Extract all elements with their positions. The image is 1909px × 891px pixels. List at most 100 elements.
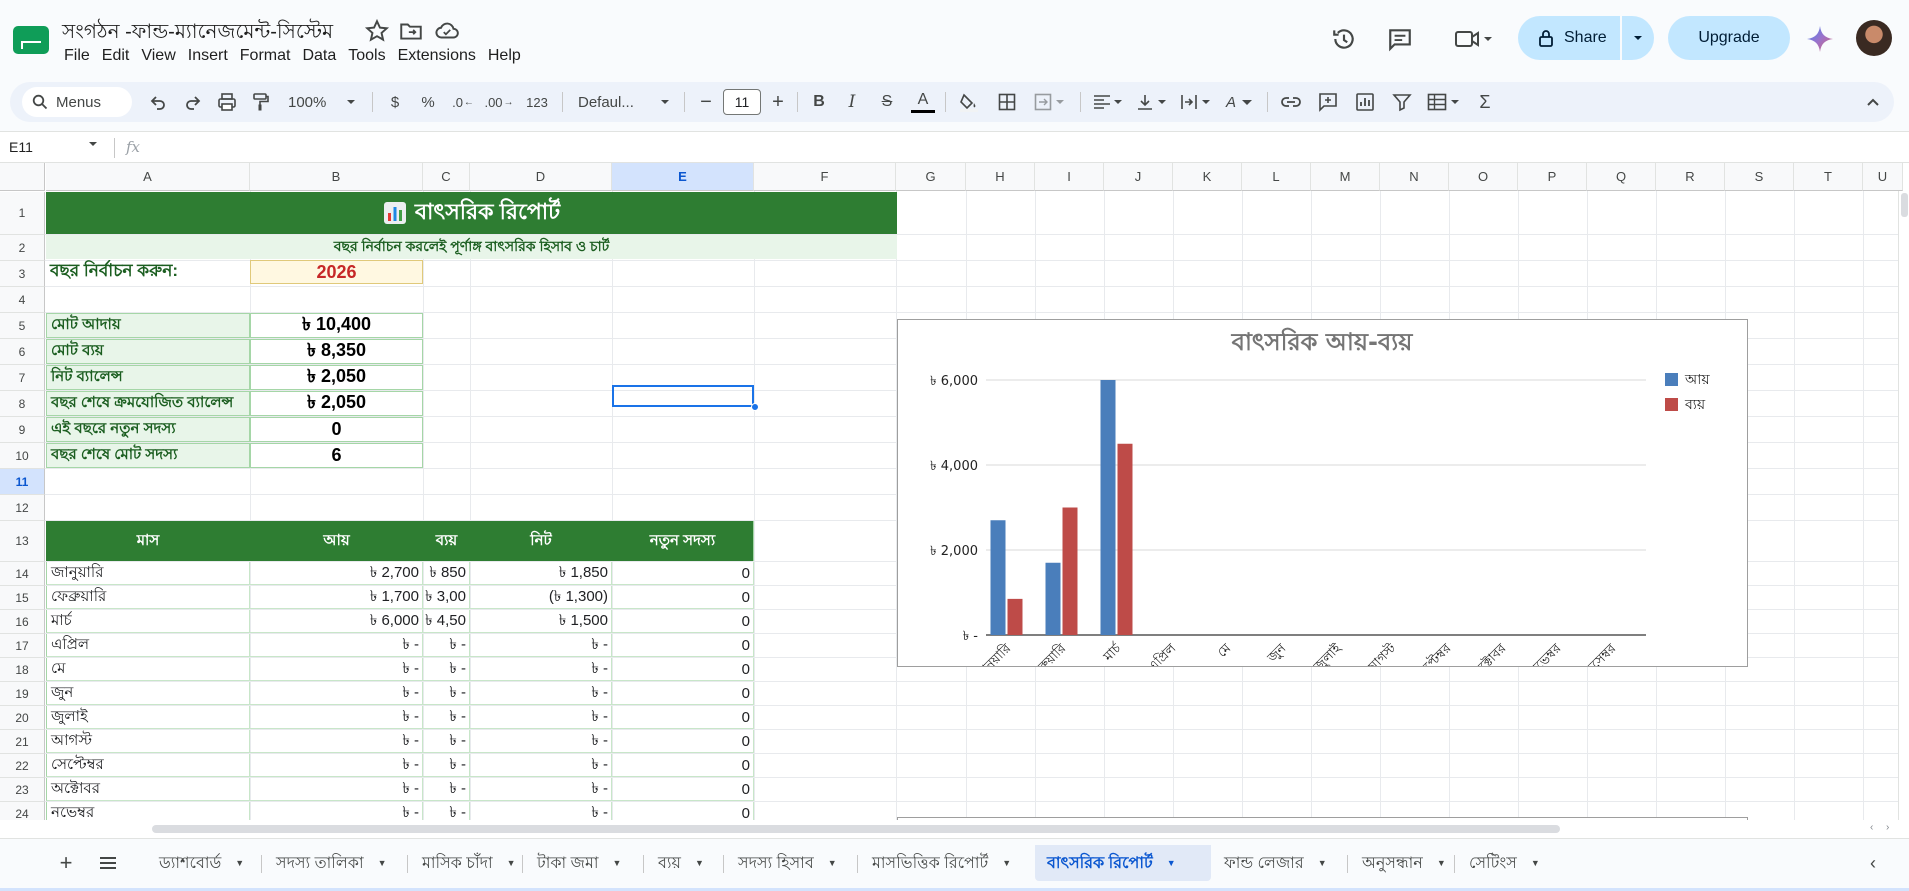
star-icon[interactable] — [364, 18, 390, 44]
zoom-select[interactable]: 100% — [282, 82, 362, 122]
tab-dropdown-icon[interactable]: ▼ — [1437, 858, 1446, 868]
column-header-k[interactable]: K — [1173, 163, 1242, 191]
print-icon[interactable] — [212, 82, 242, 122]
user-avatar[interactable] — [1856, 20, 1892, 56]
sheet-tab-6[interactable]: মাসভিত্তিক রিপোর্ট ▼ — [860, 845, 1030, 881]
insert-comment-icon[interactable] — [1313, 82, 1343, 122]
text-rotation-button[interactable]: A — [1220, 82, 1260, 122]
summary-label-cell[interactable]: মোট আদায় — [46, 313, 250, 338]
italic-button[interactable]: I — [839, 82, 865, 122]
table-header-cell[interactable]: মাস — [46, 521, 251, 561]
row-header-17[interactable]: 17 — [0, 634, 45, 658]
undo-icon[interactable] — [145, 82, 171, 122]
menu-insert[interactable]: Insert — [186, 47, 236, 65]
tab-dropdown-icon[interactable]: ▼ — [507, 858, 516, 868]
summary-value-cell[interactable]: ৳ 10,400 — [250, 313, 423, 338]
column-header-g[interactable]: G — [896, 163, 966, 191]
text-wrapping-icon[interactable] — [1176, 82, 1216, 122]
fill-color-icon[interactable] — [954, 82, 984, 122]
table-value-cell[interactable]: ৳ - — [423, 730, 470, 753]
row-header-7[interactable]: 7 — [0, 365, 45, 391]
table-value-cell[interactable]: ৳ 4,50 — [423, 610, 470, 633]
move-folder-icon[interactable] — [398, 18, 424, 44]
table-value-cell[interactable]: ৳ 6,000 — [250, 610, 423, 633]
merge-cells-icon[interactable] — [1028, 82, 1072, 122]
tab-dropdown-icon[interactable]: ▼ — [378, 858, 387, 868]
year-label-cell[interactable]: বছর নির্বাচন করুন: — [46, 260, 249, 284]
sheet-tab-8[interactable]: ফান্ড লেজার ▼ — [1212, 845, 1345, 881]
sheet-tab-7[interactable]: বাৎসরিক রিপোর্ট ▼ — [1035, 845, 1211, 881]
sheet-tab-5[interactable]: সদস্য হিসাব ▼ — [726, 845, 855, 881]
table-value-cell[interactable]: ৳ - — [250, 730, 423, 753]
decrease-decimal-button[interactable]: .0 ← — [448, 82, 478, 122]
chart-bar-expense[interactable] — [1062, 507, 1078, 636]
row-header-20[interactable]: 20 — [0, 706, 45, 730]
row-header-8[interactable]: 8 — [0, 391, 45, 417]
month-name-cell[interactable]: মে — [46, 658, 250, 681]
strikethrough-button[interactable]: S — [874, 82, 900, 122]
month-name-cell[interactable]: ফেব্রুয়ারি — [46, 586, 250, 609]
borders-icon[interactable] — [994, 82, 1020, 122]
menu-view[interactable]: View — [139, 47, 183, 65]
month-name-cell[interactable]: অক্টোবর — [46, 778, 250, 801]
column-header-f[interactable]: F — [754, 163, 896, 191]
summary-value-cell[interactable]: ৳ 2,050 — [250, 391, 423, 416]
month-name-cell[interactable]: সেপ্টেম্বর — [46, 754, 250, 777]
table-value-cell[interactable]: ৳ - — [423, 658, 470, 681]
table-value-cell[interactable]: ৳ - — [423, 682, 470, 705]
column-header-n[interactable]: N — [1380, 163, 1449, 191]
vertical-scrollbar[interactable] — [1898, 191, 1909, 831]
column-header-i[interactable]: I — [1035, 163, 1104, 191]
functions-button[interactable]: Σ — [1472, 82, 1498, 122]
row-header-11[interactable]: 11 — [0, 469, 45, 495]
chart-bar-income[interactable] — [1045, 562, 1061, 635]
chart-bar-income[interactable] — [1100, 380, 1116, 635]
row-header-18[interactable]: 18 — [0, 658, 45, 682]
vertical-scroll-thumb[interactable] — [1901, 193, 1908, 217]
share-button[interactable]: Share — [1518, 16, 1620, 60]
table-value-cell[interactable]: 0 — [612, 706, 754, 729]
table-value-cell[interactable]: ৳ - — [250, 754, 423, 777]
menu-help[interactable]: Help — [486, 47, 529, 65]
table-value-cell[interactable]: ৳ - — [250, 658, 423, 681]
summary-label-cell[interactable]: বছর শেষে ক্রমযোজিত ব্যালেন্স — [46, 391, 250, 416]
insert-chart-icon[interactable] — [1350, 82, 1380, 122]
table-value-cell[interactable]: ৳ - — [250, 778, 423, 801]
row-header-2[interactable]: 2 — [0, 235, 45, 261]
tab-dropdown-icon[interactable]: ▼ — [1002, 858, 1011, 868]
row-header-4[interactable]: 4 — [0, 287, 45, 313]
table-value-cell[interactable]: 0 — [612, 562, 754, 585]
menus-search[interactable]: Menus — [22, 87, 132, 117]
report-title-cell[interactable]: বাৎসরিক রিপোর্ট — [46, 192, 897, 234]
month-name-cell[interactable]: জানুয়ারি — [46, 562, 250, 585]
decrease-font-size-button[interactable]: − — [694, 82, 718, 122]
text-color-button[interactable]: A — [908, 82, 938, 122]
scroll-right-icon[interactable]: › — [1886, 822, 1889, 833]
month-name-cell[interactable]: আগস্ট — [46, 730, 250, 753]
column-header-t[interactable]: T — [1794, 163, 1863, 191]
menu-tools[interactable]: Tools — [346, 47, 393, 65]
table-value-cell[interactable]: 0 — [612, 634, 754, 657]
table-value-cell[interactable]: ৳ - — [470, 658, 612, 681]
column-header-r[interactable]: R — [1656, 163, 1725, 191]
filter-views-icon[interactable] — [1423, 82, 1465, 122]
chevron-down-icon[interactable] — [88, 140, 98, 148]
menu-format[interactable]: Format — [238, 47, 299, 65]
table-value-cell[interactable]: ৳ - — [470, 730, 612, 753]
version-history-icon[interactable] — [1326, 22, 1362, 56]
table-value-cell[interactable]: ৳ - — [423, 754, 470, 777]
row-header-6[interactable]: 6 — [0, 339, 45, 365]
summary-value-cell[interactable]: 6 — [250, 443, 423, 468]
table-value-cell[interactable]: 0 — [612, 682, 754, 705]
row-header-12[interactable]: 12 — [0, 495, 45, 521]
all-sheets-menu-icon[interactable] — [94, 849, 122, 877]
font-size-input[interactable]: 11 — [723, 89, 761, 115]
table-value-cell[interactable]: ৳ - — [423, 634, 470, 657]
cloud-saved-icon[interactable] — [434, 18, 460, 44]
table-value-cell[interactable]: ৳ 1,500 — [470, 610, 612, 633]
row-header-19[interactable]: 19 — [0, 682, 45, 706]
chart-bar-expense[interactable] — [1117, 443, 1133, 635]
table-value-cell[interactable]: ৳ 1,850 — [470, 562, 612, 585]
row-header-13[interactable]: 13 — [0, 521, 45, 562]
spreadsheet-grid[interactable]: ABCDEFGHIJKLMNOPQRSTU 1 2 3 4 5 6 7 8 9 10 11 12 13 1… — [0, 163, 1909, 831]
